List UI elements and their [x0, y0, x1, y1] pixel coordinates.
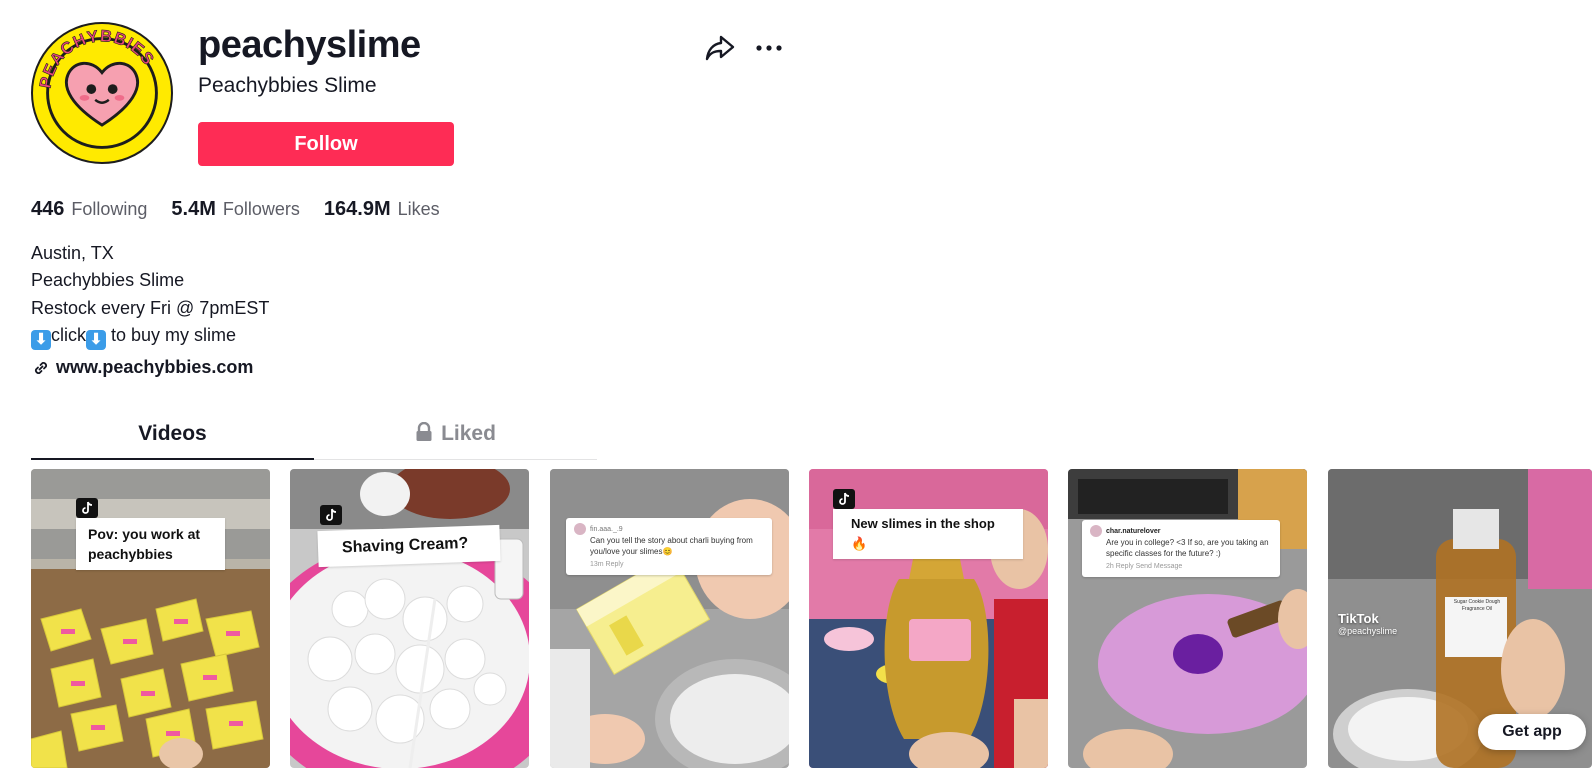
tab-liked-label: Liked [441, 422, 496, 445]
commenter-username: char.naturelover [1106, 528, 1161, 536]
down-arrow-icon: ⬇ [86, 329, 106, 350]
tab-videos[interactable]: Videos [31, 414, 314, 460]
likes-count: 164.9M [323, 198, 391, 220]
profile-bio: Austin, TX Peachybbies Slime Restock eve… [31, 240, 269, 350]
profile-avatar[interactable]: PEACHYBBIES [31, 22, 173, 164]
bio-buy-text: to buy my slime [111, 324, 237, 345]
following-label: Following [71, 199, 148, 219]
tab-liked[interactable]: Liked [314, 414, 597, 459]
watermark-handle: @peachyslime [1338, 626, 1398, 636]
profile-nickname: Peachybbies Slime [198, 74, 377, 97]
followers-label: Followers [222, 199, 300, 219]
video-thumbnail [1068, 469, 1307, 768]
video-card[interactable]: TikTok @peachyslime Sugar Cookie Dough F… [1328, 469, 1592, 768]
bottle-label: Sugar Cookie Dough Fragrance Oil [1453, 599, 1501, 612]
link-icon [35, 361, 47, 374]
followers-stat[interactable]: 5.4M Followers [171, 198, 300, 221]
bio-click-text: click [51, 324, 86, 345]
video-card[interactable]: New slimes in the shop 🔥 [809, 469, 1048, 768]
followers-count: 5.4M [171, 198, 216, 220]
bio-line-name: Peachybbies Slime [31, 270, 185, 291]
profile-website-link[interactable]: www.peachybbies.com [31, 357, 253, 378]
tiktok-logo-icon [320, 505, 342, 525]
video-grid: Pov: you work at peachybbies Shaving Cre… [31, 469, 1592, 768]
profile-tabs: Videos Liked [31, 414, 597, 460]
video-caption: New slimes in the shop 🔥 [833, 509, 1023, 559]
video-thumbnail [550, 469, 789, 768]
video-card[interactable]: fin.aaa._.9 Can you tell the story about… [550, 469, 789, 768]
commenter-username: fin.aaa._.9 [590, 526, 623, 534]
likes-label: Likes [397, 199, 440, 219]
website-link-text: www.peachybbies.com [56, 357, 254, 377]
video-card[interactable]: Pov: you work at peachybbies [31, 469, 270, 768]
comment-meta: 2h Reply Send Message [1106, 563, 1183, 571]
comment-overlay: char.naturelover Are you in college? <3 … [1082, 520, 1280, 578]
commenter-avatar [1090, 525, 1102, 537]
lock-icon [416, 422, 432, 441]
get-app-button[interactable]: Get app [1478, 714, 1586, 750]
bio-line-cta: ⬇ click ⬇ to buy my slime [31, 322, 269, 350]
video-thumbnail [31, 469, 270, 768]
tab-videos-label: Videos [138, 422, 207, 445]
comment-overlay: fin.aaa._.9 Can you tell the story about… [566, 518, 772, 576]
comment-meta: 13m Reply [590, 561, 624, 569]
watermark-brand: TikTok [1338, 611, 1379, 626]
comment-text: Can you tell the story about charli buyi… [590, 536, 753, 557]
video-card[interactable]: char.naturelover Are you in college? <3 … [1068, 469, 1307, 768]
share-icon[interactable] [704, 33, 736, 63]
tiktok-logo-icon [76, 498, 98, 518]
likes-stat: 164.9M Likes [324, 198, 440, 221]
bio-line-restock: Restock every Fri @ 7pmEST [31, 297, 270, 318]
bio-line-location: Austin, TX [31, 243, 114, 263]
video-caption: Pov: you work at peachybbies [76, 518, 225, 570]
video-caption: Shaving Cream? [317, 524, 501, 568]
following-count: 446 [31, 198, 65, 220]
tiktok-logo-icon [833, 489, 855, 509]
profile-stats: 446 Following 5.4M Followers 164.9M Like… [31, 198, 464, 221]
more-options-icon[interactable] [754, 36, 786, 60]
tiktok-watermark: TikTok @peachyslime [1338, 611, 1397, 636]
follow-button[interactable]: Follow [198, 122, 454, 166]
comment-text: Are you in college? <3 If so, are you ta… [1106, 538, 1269, 559]
commenter-avatar [574, 523, 586, 535]
video-card[interactable]: Shaving Cream? [290, 469, 529, 768]
down-arrow-icon: ⬇ [31, 329, 51, 350]
following-stat[interactable]: 446 Following [31, 198, 147, 221]
profile-username: peachyslime [198, 24, 421, 66]
